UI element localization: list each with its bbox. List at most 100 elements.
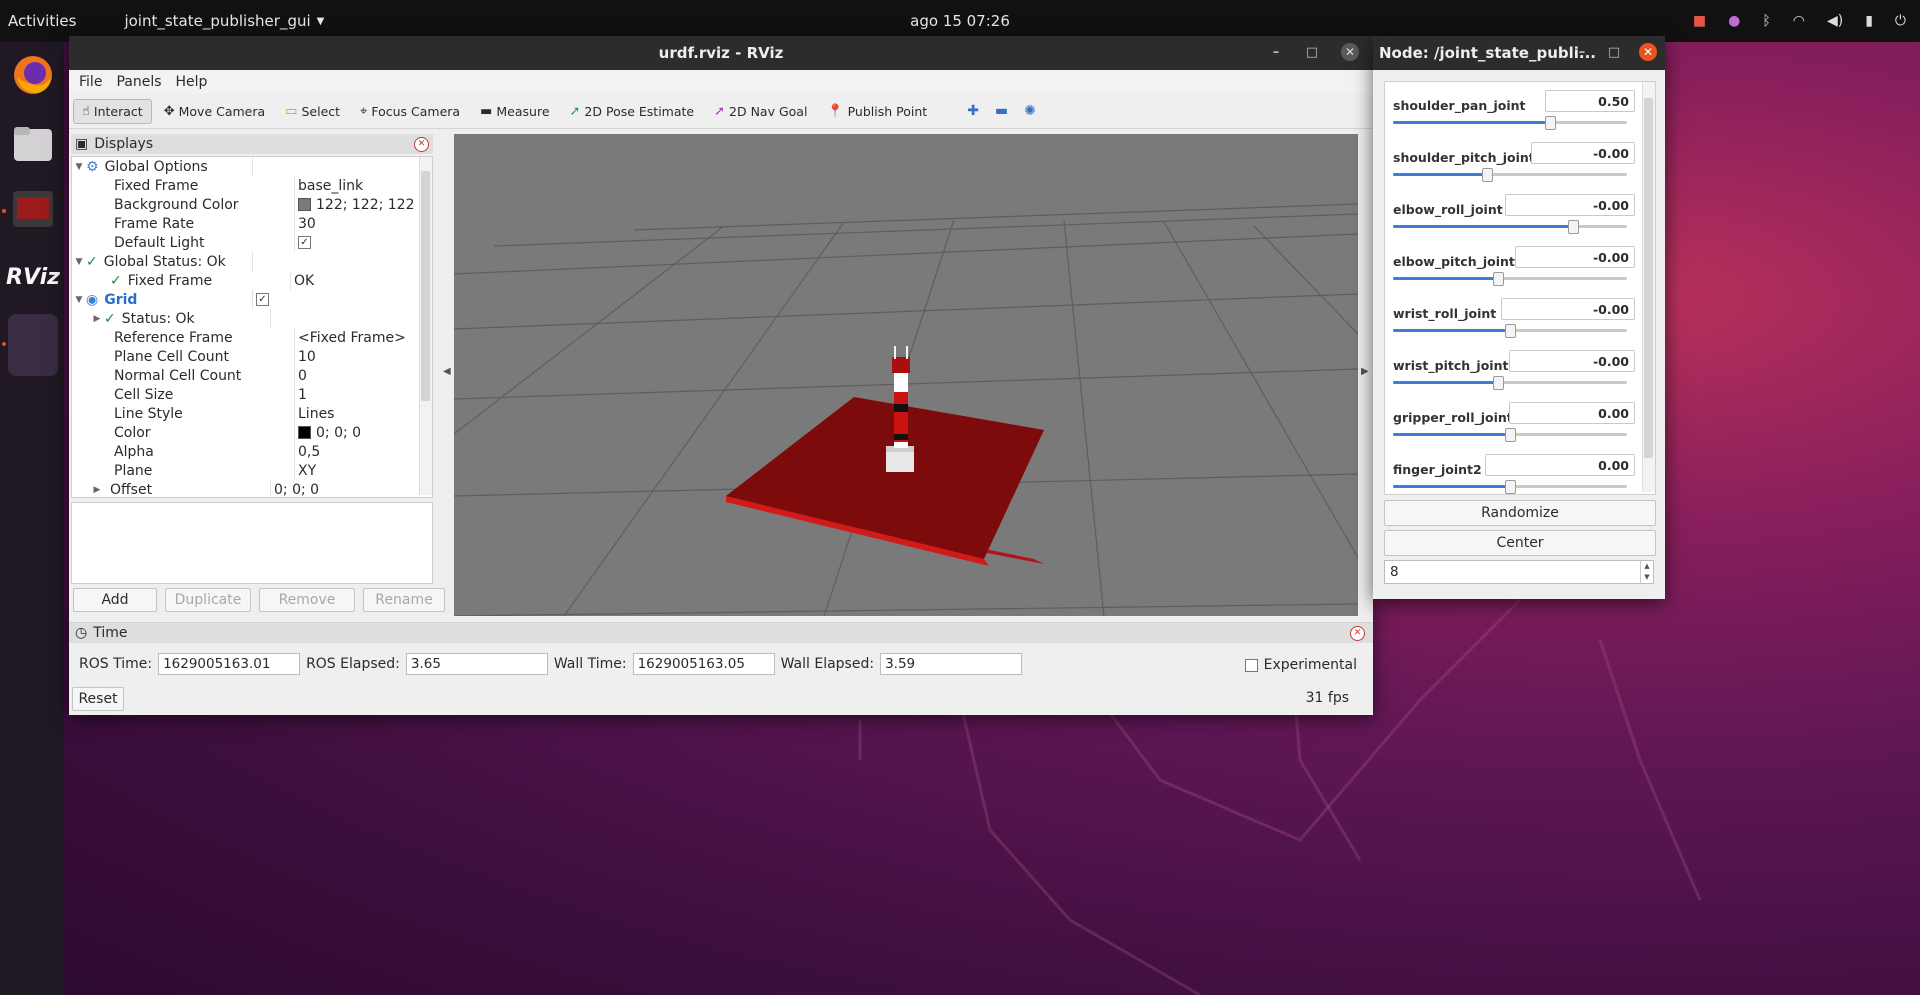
- tree-row[interactable]: Line Style Lines: [72, 404, 432, 423]
- rviz-icon[interactable]: RViz: [6, 252, 60, 302]
- minimize-icon[interactable]: –: [1269, 45, 1283, 60]
- menu-help[interactable]: Help: [176, 74, 208, 90]
- tree-row[interactable]: Frame Rate 30: [72, 214, 432, 233]
- collapse-left-icon[interactable]: ◀: [443, 366, 451, 377]
- files-icon[interactable]: [8, 118, 58, 168]
- tool-measure[interactable]: ▬ Measure: [472, 100, 557, 123]
- joint-list-scrollbar[interactable]: [1642, 82, 1655, 492]
- checkbox[interactable]: ✓: [256, 293, 269, 306]
- experimental-option[interactable]: Experimental: [1244, 657, 1357, 673]
- collapse-right-icon[interactable]: ▶: [1361, 366, 1369, 377]
- slider-handle[interactable]: [1505, 428, 1516, 442]
- slider-handle[interactable]: [1544, 116, 1556, 130]
- render-viewport[interactable]: [454, 134, 1358, 616]
- system-tray[interactable]: ■ ● ᛒ ◠ ◀) ▮ ⏻: [1693, 0, 1906, 42]
- show-apps-icon[interactable]: [8, 314, 58, 376]
- experimental-checkbox[interactable]: [1244, 658, 1258, 672]
- activities-button[interactable]: Activities: [8, 12, 76, 30]
- terminal-icon[interactable]: [8, 184, 58, 234]
- slider-handle[interactable]: [1481, 168, 1493, 182]
- joint-slider[interactable]: [1393, 376, 1627, 390]
- slider-count-spinbox[interactable]: 8 ▲ ▼: [1384, 560, 1654, 584]
- tool-2d-nav-goal[interactable]: ➚ 2D Nav Goal: [706, 100, 815, 123]
- remove-button[interactable]: Remove: [259, 588, 355, 612]
- slider-handle[interactable]: [1493, 376, 1505, 390]
- tree-row[interactable]: ▼ ⚙ Global Options: [72, 157, 432, 176]
- rviz-titlebar[interactable]: urdf.rviz - RViz – □ ✕: [69, 36, 1373, 70]
- close-panel-icon[interactable]: ✕: [414, 137, 429, 152]
- tree-row[interactable]: Fixed Frame base_link: [72, 176, 432, 195]
- menu-file[interactable]: File: [79, 74, 102, 90]
- tree-row[interactable]: Reference Frame <Fixed Frame>: [72, 328, 432, 347]
- joint-value-field[interactable]: -0.00: [1501, 298, 1635, 320]
- tree-row[interactable]: ▼ ◉ Grid ✓: [72, 290, 432, 309]
- reset-button[interactable]: Reset: [72, 687, 124, 711]
- tool-focus-camera[interactable]: ⌖ Focus Camera: [352, 100, 468, 123]
- volume-icon[interactable]: ◀): [1827, 13, 1843, 29]
- expand-arrow-icon[interactable]: ▶: [90, 314, 104, 324]
- slider-handle[interactable]: [1568, 220, 1580, 234]
- joint-value-field[interactable]: 0.00: [1509, 402, 1635, 424]
- slider-handle[interactable]: [1505, 480, 1516, 494]
- joint-slider[interactable]: [1393, 480, 1627, 494]
- tool-select[interactable]: ▭ Select: [277, 100, 348, 123]
- tree-row[interactable]: Plane Cell Count 10: [72, 347, 432, 366]
- expand-arrow-icon[interactable]: ▶: [90, 485, 104, 495]
- close-icon[interactable]: ✕: [1341, 43, 1359, 61]
- tree-row[interactable]: ▶ ✓ Status: Ok: [72, 309, 432, 328]
- scroll-thumb[interactable]: [421, 171, 430, 401]
- wall-time-field[interactable]: 1629005163.05: [632, 653, 775, 675]
- joint-slider[interactable]: [1393, 168, 1627, 182]
- tree-scrollbar[interactable]: [419, 157, 432, 495]
- tool-interact[interactable]: ☝ Interact: [73, 98, 152, 124]
- joint-slider[interactable]: [1393, 324, 1627, 338]
- displays-tree[interactable]: ▼ ⚙ Global Options Fixed Frame base_link Ba…: [71, 156, 433, 499]
- collapse-arrow-icon[interactable]: ▼: [72, 295, 86, 305]
- tree-row[interactable]: Color 0; 0; 0: [72, 423, 432, 442]
- bluetooth-icon[interactable]: ᛒ: [1762, 13, 1770, 29]
- add-tool-icon[interactable]: ✚: [959, 99, 987, 123]
- tree-row[interactable]: ▼ ✓ Global Status: Ok: [72, 252, 432, 271]
- minimize-icon[interactable]: –: [1575, 45, 1589, 60]
- screen-record-icon[interactable]: ■: [1693, 13, 1706, 29]
- slider-handle[interactable]: [1493, 272, 1505, 286]
- ros-elapsed-field[interactable]: 3.65: [405, 653, 548, 675]
- tree-row[interactable]: Cell Size 1: [72, 385, 432, 404]
- joint-value-field[interactable]: -0.00: [1531, 142, 1635, 164]
- app-menu[interactable]: joint_state_publisher_gui ▼: [124, 12, 324, 30]
- tool-properties-icon[interactable]: ✺: [1016, 99, 1044, 123]
- joint-value-field[interactable]: -0.00: [1509, 350, 1635, 372]
- tree-row[interactable]: Alpha 0,5: [72, 442, 432, 461]
- maximize-icon[interactable]: □: [1607, 45, 1621, 60]
- maximize-icon[interactable]: □: [1305, 45, 1319, 60]
- center-button[interactable]: Center: [1384, 530, 1656, 556]
- tool-publish-point[interactable]: 📍 Publish Point: [819, 100, 935, 123]
- power-menu-icon[interactable]: ⏻: [1895, 13, 1906, 29]
- joint-slider[interactable]: [1393, 428, 1627, 442]
- spin-arrows-icon[interactable]: ▲ ▼: [1640, 561, 1653, 583]
- ros-time-field[interactable]: 1629005163.01: [158, 653, 301, 675]
- tree-row[interactable]: Plane XY: [72, 461, 432, 480]
- joint-value-field[interactable]: 0.50: [1545, 90, 1635, 112]
- menu-panels[interactable]: Panels: [116, 74, 161, 90]
- randomize-button[interactable]: Randomize: [1384, 500, 1656, 526]
- close-panel-icon[interactable]: ✕: [1350, 626, 1365, 641]
- tool-2d-pose-estimate[interactable]: ➚ 2D Pose Estimate: [562, 100, 703, 123]
- scroll-thumb[interactable]: [1644, 98, 1653, 458]
- tree-row[interactable]: Normal Cell Count 0: [72, 366, 432, 385]
- tree-row[interactable]: ▶ Offset 0; 0; 0: [72, 480, 432, 499]
- tree-row[interactable]: ✓ Fixed Frame OK: [72, 271, 432, 290]
- add-button[interactable]: Add: [73, 588, 157, 612]
- battery-icon[interactable]: ▮: [1865, 13, 1873, 29]
- collapse-arrow-icon[interactable]: ▼: [72, 162, 86, 172]
- close-icon[interactable]: ✕: [1639, 43, 1657, 61]
- tree-row[interactable]: Background Color 122; 122; 122: [72, 195, 432, 214]
- rename-button[interactable]: Rename: [363, 588, 445, 612]
- joint-value-field[interactable]: 0.00: [1485, 454, 1635, 476]
- joint-slider[interactable]: [1393, 272, 1627, 286]
- remove-tool-icon[interactable]: ▬: [987, 99, 1016, 123]
- tool-move-camera[interactable]: ✥ Move Camera: [156, 100, 273, 123]
- clock[interactable]: ago 15 07:26: [910, 12, 1010, 30]
- slider-handle[interactable]: [1505, 324, 1516, 338]
- joint-slider[interactable]: [1393, 220, 1627, 234]
